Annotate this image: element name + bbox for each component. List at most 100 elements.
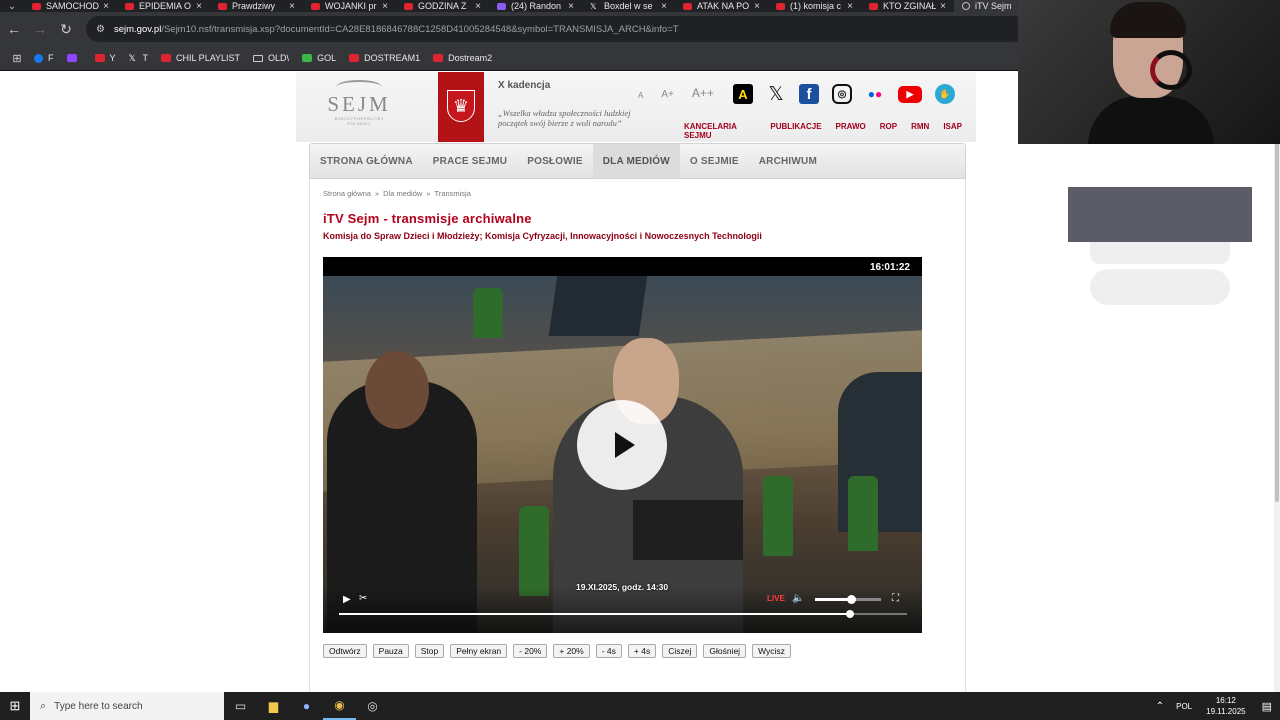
bookmark[interactable]: GOL — [302, 53, 336, 63]
tab[interactable]: KTO ZGINAŁ × — [861, 0, 954, 12]
close-icon[interactable]: × — [382, 1, 388, 12]
link-rmn[interactable]: RMN — [911, 122, 929, 140]
scene-laptop — [633, 500, 743, 560]
volume-icon[interactable]: 🔈 — [792, 593, 804, 604]
link-isap[interactable]: ISAP — [943, 122, 962, 140]
app-icon[interactable]: ● — [290, 692, 323, 720]
bookmark[interactable] — [66, 54, 82, 62]
tray-chevron-icon[interactable]: ⌃ — [1156, 701, 1164, 712]
accessibility-icon[interactable]: A — [733, 84, 753, 104]
tab[interactable]: ATAK NA PO × — [675, 0, 768, 12]
player-button[interactable]: Głośniej — [703, 644, 747, 658]
link-kancelaria[interactable]: KANCELARIA SEJMU — [684, 122, 756, 140]
nav-item[interactable]: POSŁOWIE — [517, 144, 593, 178]
seek-bar[interactable] — [339, 610, 907, 618]
player-button[interactable]: + 4s — [627, 644, 657, 658]
tab[interactable]: (24) Randon × — [489, 0, 582, 12]
player-button[interactable]: Pauza — [372, 644, 409, 658]
player-button[interactable]: + 20% — [553, 644, 590, 658]
close-icon[interactable]: × — [754, 1, 760, 12]
tab[interactable]: SAMOCHOD × — [24, 0, 117, 12]
close-icon[interactable]: × — [847, 1, 853, 12]
video-player[interactable]: 16:01:22 19.XI.2025, godz. 14:30 ▶ ✂ LIV… — [323, 257, 922, 633]
taskbar-search[interactable]: ⌕ Type here to search — [30, 692, 224, 720]
font-size-normal[interactable]: A — [638, 91, 643, 100]
play-icon[interactable]: ▶ — [343, 594, 351, 605]
close-icon[interactable]: × — [661, 1, 667, 12]
tab[interactable]: EPIDEMIA O × — [117, 0, 210, 12]
font-size-xlarge[interactable]: A++ — [692, 86, 714, 100]
youtube-icon[interactable]: ▶ — [898, 85, 922, 103]
bookmark[interactable]: Y — [94, 53, 116, 63]
bookmark[interactable]: OLD\ — [253, 53, 289, 63]
crumb-sep: » — [426, 189, 431, 198]
nav-item[interactable]: ARCHIWUM — [749, 144, 827, 178]
live-badge[interactable]: LIVE — [767, 594, 785, 603]
bookmark[interactable]: F — [34, 53, 54, 63]
task-view-icon[interactable]: ▭ — [224, 692, 257, 720]
nav-item[interactable]: PRACE SEJMU — [423, 144, 517, 178]
tab[interactable]: (1) komisja c × — [768, 0, 861, 12]
nav-item[interactable]: DLA MEDIÓW — [592, 144, 680, 178]
sign-language-icon[interactable]: ✋ — [935, 84, 955, 104]
close-icon[interactable]: × — [289, 1, 295, 12]
font-size-large[interactable]: A+ — [661, 89, 674, 100]
windows-start-icon[interactable]: ⊞ — [0, 692, 30, 720]
clock[interactable]: 16:12 19.11.2025 — [1206, 695, 1245, 717]
address-bar[interactable]: ⚙ sejm.gov.pl/Sejm10.nsf/transmisja.xsp?… — [86, 16, 1026, 42]
volume-slider[interactable] — [815, 595, 881, 604]
bookmark[interactable]: CHIL PLAYLIST — [161, 53, 240, 63]
tab[interactable]: 𝕏 Boxdel w se × — [582, 0, 675, 12]
language-indicator[interactable]: POL — [1176, 702, 1192, 711]
crumb-media[interactable]: Dla mediów — [383, 189, 422, 198]
content-area: Strona główna » Dla mediów » Transmisja … — [309, 179, 966, 692]
link-rop[interactable]: ROP — [880, 122, 897, 140]
tab[interactable]: GODZINA Z × — [396, 0, 489, 12]
player-button[interactable]: Ciszej — [662, 644, 698, 658]
big-play-button[interactable] — [577, 400, 667, 490]
player-button[interactable]: Pełny ekran — [450, 644, 508, 658]
site-info-icon[interactable]: ⚙ — [96, 24, 105, 35]
scissors-icon[interactable]: ✂ — [359, 593, 367, 604]
nav-item[interactable]: STRONA GŁÓWNA — [310, 144, 423, 178]
font-size-switcher: A A+ A++ — [638, 86, 732, 100]
tab-search-icon[interactable]: ⌄ — [0, 0, 24, 12]
link-prawo[interactable]: PRAWO — [836, 122, 866, 140]
obs-icon[interactable]: ◎ — [356, 692, 389, 720]
nav-item[interactable]: O SEJMIE — [680, 144, 749, 178]
page-scrollbar[interactable] — [1274, 72, 1280, 692]
forward-icon[interactable]: → — [28, 17, 52, 41]
close-icon[interactable]: × — [103, 1, 109, 12]
bookmark[interactable]: Dostream2 — [433, 53, 492, 63]
apps-grid-icon[interactable]: ⊞ — [6, 52, 28, 65]
player-button[interactable]: Stop — [414, 644, 445, 658]
tab[interactable]: WOJANKI pr × — [303, 0, 396, 12]
close-icon[interactable]: × — [940, 1, 946, 12]
back-icon[interactable]: ← — [2, 17, 26, 41]
player-button[interactable]: - 20% — [513, 644, 548, 658]
crumb-home[interactable]: Strona główna — [323, 189, 371, 198]
player-button[interactable]: Odtwórz — [323, 644, 367, 658]
notification-icon[interactable]: ▤ — [1262, 700, 1272, 713]
close-icon[interactable]: × — [196, 1, 202, 12]
x-icon[interactable]: 𝕏 — [766, 84, 786, 105]
facebook-icon[interactable]: f — [799, 84, 819, 104]
file-explorer-icon[interactable]: ▆ — [257, 692, 290, 720]
instagram-icon[interactable]: ◎ — [832, 84, 852, 104]
player-button[interactable]: Wycisz — [752, 644, 791, 658]
url-host: sejm.gov.pl — [113, 23, 162, 35]
close-icon[interactable]: × — [475, 1, 481, 12]
bookmark[interactable]: 𝕏T — [129, 53, 149, 63]
main-nav: STRONA GŁÓWNA PRACE SEJMU POSŁOWIE DLA MEDI… — [309, 143, 966, 179]
sejm-logo[interactable]: SEJM RZECZYPOSPOLITEJ POLSKIEJ — [326, 80, 392, 132]
close-icon[interactable]: × — [568, 1, 574, 12]
bookmark[interactable]: DOSTREAM1 — [349, 53, 420, 63]
flickr-icon[interactable]: ● ● — [865, 84, 885, 104]
fullscreen-icon[interactable]: ⛶ — [892, 593, 899, 604]
player-button[interactable]: - 4s — [595, 644, 622, 658]
reload-icon[interactable]: ↻ — [54, 17, 78, 41]
link-publikacje[interactable]: PUBLIKACJE — [770, 122, 821, 140]
tab[interactable]: Prawdziwy × — [210, 0, 303, 12]
side-banner — [1068, 187, 1252, 242]
chrome-icon[interactable]: ◉ — [323, 692, 356, 720]
